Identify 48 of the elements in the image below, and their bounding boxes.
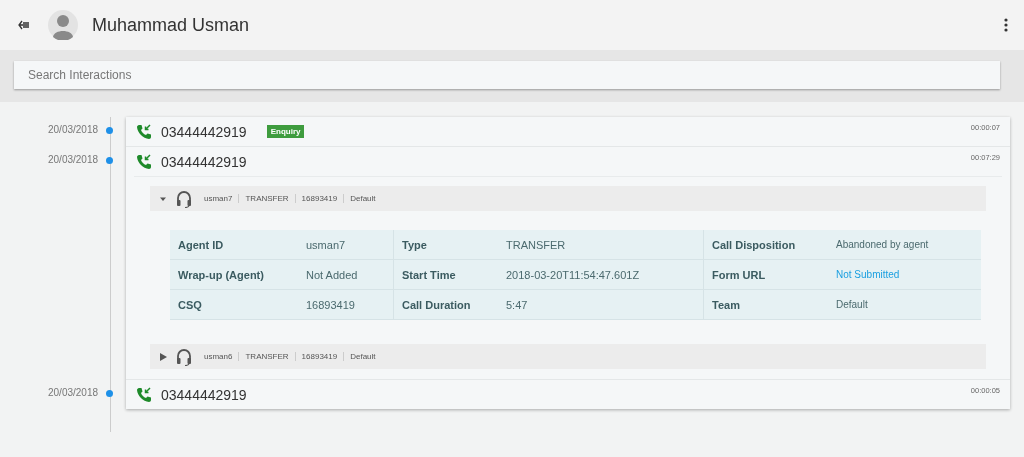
field-value: Default xyxy=(828,290,981,320)
phone-number[interactable]: 03444442919 xyxy=(161,123,247,140)
headset-icon xyxy=(176,347,192,366)
call-type: TRANSFER xyxy=(238,352,295,361)
field-label: Type xyxy=(393,230,498,260)
field-value: 5:47 xyxy=(498,290,703,320)
field-label: Team xyxy=(703,290,828,320)
date-label: 20/03/2018 xyxy=(48,124,99,135)
enquiry-tag: Enquiry xyxy=(266,125,305,138)
contact-name: Muhammad Usman xyxy=(92,14,250,36)
field-value: Abandoned by agent xyxy=(828,230,981,260)
agent-id: usman7 xyxy=(203,194,234,203)
search-field[interactable]: Search Interactions xyxy=(14,61,1000,89)
date-label: 20/03/2018 xyxy=(48,387,99,398)
field-label: Call Disposition xyxy=(703,230,828,260)
field-value: Not Added xyxy=(298,260,393,290)
csq-id: 16893419 xyxy=(294,194,344,203)
team-name: Default xyxy=(343,194,382,203)
incoming-call-icon xyxy=(136,386,152,403)
timeline-dot xyxy=(106,127,113,134)
timeline-dot xyxy=(106,390,113,397)
field-label: Call Duration xyxy=(393,290,498,320)
field-label: Wrap-up (Agent) xyxy=(170,260,298,290)
field-label: CSQ xyxy=(170,290,298,320)
agent-leg-bar[interactable]: usman7 TRANSFER 16893419 Default xyxy=(150,186,986,211)
field-value: 16893419 xyxy=(298,290,393,320)
field-label: Form URL xyxy=(703,260,828,290)
team-name: Default xyxy=(343,352,382,361)
field-value: TRANSFER xyxy=(498,230,703,260)
agent-id: usman6 xyxy=(203,352,234,361)
field-label: Agent ID xyxy=(170,230,298,260)
incoming-call-icon xyxy=(136,153,152,170)
call-type: TRANSFER xyxy=(238,194,295,203)
agent-leg-bar[interactable]: usman6 TRANSFER 16893419 Default xyxy=(150,344,986,369)
caret-right-icon[interactable] xyxy=(158,351,168,362)
field-value: usman7 xyxy=(298,230,393,260)
back-menu-icon[interactable] xyxy=(16,18,32,32)
phone-number[interactable]: 03444442919 xyxy=(161,153,247,170)
timeline-dot xyxy=(106,157,113,164)
incoming-call-icon xyxy=(136,123,152,140)
field-value: 2018-03-20T11:54:47.601Z xyxy=(498,260,703,290)
phone-number[interactable]: 03444442919 xyxy=(161,386,247,403)
more-options-icon[interactable] xyxy=(1002,16,1010,34)
field-label: Start Time xyxy=(393,260,498,290)
avatar-icon xyxy=(48,10,78,40)
date-label: 20/03/2018 xyxy=(48,154,99,165)
csq-id: 16893419 xyxy=(294,352,344,361)
headset-icon xyxy=(176,189,192,208)
